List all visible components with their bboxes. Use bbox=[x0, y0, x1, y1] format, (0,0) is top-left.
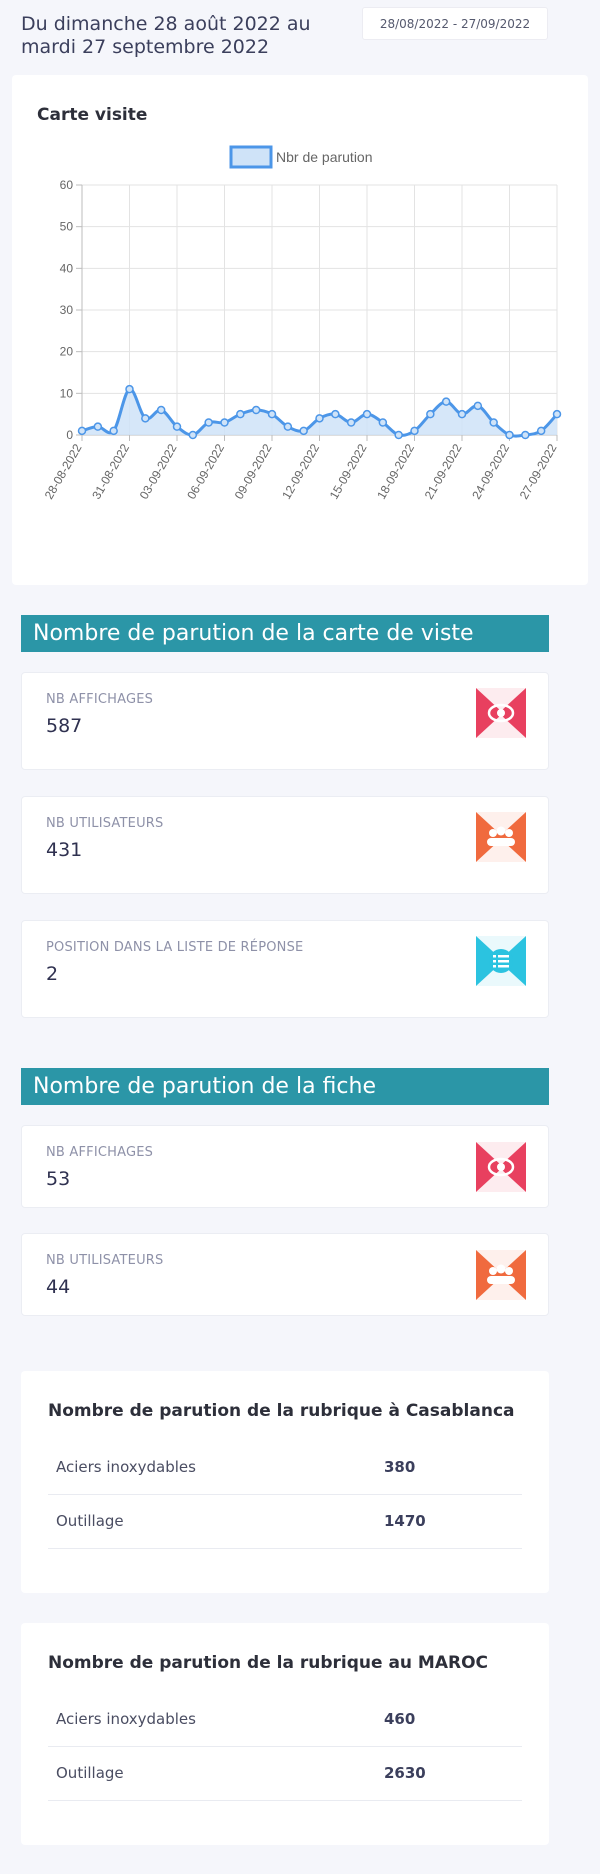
data-point bbox=[536, 426, 546, 436]
row-name: Outillage bbox=[56, 1764, 124, 1782]
date-range-picker[interactable]: 28/08/2022 - 27/09/2022 bbox=[362, 7, 548, 40]
stat-label: NB AFFICHAGES bbox=[46, 692, 154, 707]
x-tick-label: 27-09-2022 bbox=[517, 441, 560, 501]
legend-swatch bbox=[229, 145, 273, 169]
table-row: Aciers inoxydables 460 bbox=[48, 1693, 522, 1747]
y-tick-label: 0 bbox=[66, 428, 73, 442]
data-point bbox=[109, 426, 118, 436]
x-tick-label: 21-09-2022 bbox=[422, 441, 465, 501]
section-header-fiche: Nombre de parution de la fiche bbox=[21, 1068, 549, 1105]
table-row: Outillage 2630 bbox=[48, 1747, 522, 1801]
stat-label: NB UTILISATEURS bbox=[46, 816, 164, 831]
data-point bbox=[283, 422, 293, 431]
data-point bbox=[552, 409, 562, 419]
stat-value: 44 bbox=[46, 1276, 71, 1298]
data-point bbox=[299, 426, 308, 436]
users-icon bbox=[476, 812, 526, 862]
stat-value: 2 bbox=[46, 963, 59, 985]
row-name: Aciers inoxydables bbox=[56, 1458, 196, 1476]
y-tick-label: 20 bbox=[60, 345, 74, 359]
x-tick-label: 12-09-2022 bbox=[279, 441, 322, 501]
data-point bbox=[331, 409, 340, 419]
data-point bbox=[378, 418, 388, 427]
x-tick-label: 03-09-2022 bbox=[137, 441, 180, 501]
legend-label: Nbr de parution bbox=[276, 149, 373, 165]
visits-line-chart: 0 10 20 30 40 50 60 28-08-2022 31-08-2022 03-09-2… bbox=[42, 145, 562, 502]
row-value: 2630 bbox=[384, 1764, 426, 1782]
data-point bbox=[346, 418, 356, 427]
data-point bbox=[441, 397, 451, 406]
x-tick-label: 09-09-2022 bbox=[232, 441, 275, 501]
stat-label: POSITION DANS LA LISTE DE RÉPONSE bbox=[46, 940, 304, 955]
row-name: Aciers inoxydables bbox=[56, 1710, 196, 1728]
data-point bbox=[236, 409, 245, 419]
row-value: 460 bbox=[384, 1710, 416, 1728]
rubrique-maroc-title: Nombre de parution de la rubrique au MAR… bbox=[48, 1653, 489, 1673]
y-tick-label: 40 bbox=[60, 261, 74, 275]
stat-value: 431 bbox=[46, 839, 83, 861]
chart-card: Carte visite 0 10 20 30 40 50 60 28-08-2022 31-0… bbox=[12, 75, 588, 585]
x-tick-label: 18-09-2022 bbox=[374, 441, 417, 501]
stat-value: 53 bbox=[46, 1168, 71, 1190]
data-point bbox=[77, 426, 87, 436]
data-point bbox=[489, 418, 498, 427]
stat-card-position: POSITION DANS LA LISTE DE RÉPONSE 2 bbox=[21, 920, 549, 1018]
rubrique-casablanca-title: Nombre de parution de la rubrique à Casa… bbox=[48, 1401, 515, 1421]
data-point bbox=[473, 401, 483, 411]
rubrique-casablanca-card: Nombre de parution de la rubrique à Casa… bbox=[21, 1371, 549, 1593]
data-point bbox=[220, 418, 229, 427]
x-tick-label: 31-08-2022 bbox=[89, 441, 132, 501]
x-tick-label: 06-09-2022 bbox=[184, 441, 227, 501]
data-point bbox=[315, 414, 324, 423]
data-point bbox=[125, 384, 134, 394]
data-point bbox=[251, 405, 261, 415]
stat-value: 587 bbox=[46, 715, 83, 737]
table-row: Outillage 1470 bbox=[48, 1495, 522, 1549]
row-value: 1470 bbox=[384, 1512, 426, 1530]
y-tick-label: 10 bbox=[60, 386, 74, 400]
data-point bbox=[521, 430, 530, 440]
eye-icon bbox=[476, 1142, 526, 1192]
stat-label: NB AFFICHAGES bbox=[46, 1145, 154, 1160]
stat-card-affichages: NB AFFICHAGES 587 bbox=[21, 672, 549, 770]
stat-label: NB UTILISATEURS bbox=[46, 1253, 164, 1268]
data-point bbox=[172, 422, 182, 431]
x-tick-label: 24-09-2022 bbox=[469, 441, 512, 501]
stat-card-utilisateurs: NB UTILISATEURS 431 bbox=[21, 796, 549, 894]
data-point bbox=[457, 409, 467, 419]
row-name: Outillage bbox=[56, 1512, 124, 1530]
data-point bbox=[156, 405, 166, 415]
data-point bbox=[362, 409, 372, 419]
rubrique-maroc-card: Nombre de parution de la rubrique au MAR… bbox=[21, 1623, 549, 1845]
y-tick-label: 30 bbox=[60, 303, 74, 317]
data-point bbox=[188, 430, 198, 440]
users-icon bbox=[476, 1250, 526, 1300]
table-row: Aciers inoxydables 380 bbox=[48, 1441, 522, 1495]
data-point bbox=[426, 409, 435, 419]
data-point bbox=[93, 422, 103, 431]
data-point bbox=[410, 426, 419, 436]
y-tick-label: 50 bbox=[60, 220, 74, 234]
y-tick-label: 60 bbox=[60, 178, 74, 192]
data-point bbox=[505, 430, 514, 440]
data-point bbox=[267, 409, 277, 419]
x-tick-label: 15-09-2022 bbox=[327, 441, 370, 501]
x-tick-label: 28-08-2022 bbox=[42, 441, 85, 501]
data-point bbox=[204, 418, 213, 427]
stat-card-fiche-affichages: NB AFFICHAGES 53 bbox=[21, 1125, 549, 1208]
data-point bbox=[394, 430, 403, 440]
period-text: Du dimanche 28 août 2022 au mardi 27 sep… bbox=[21, 13, 311, 58]
row-value: 380 bbox=[384, 1458, 416, 1476]
list-icon bbox=[476, 936, 526, 986]
data-point bbox=[141, 414, 150, 423]
stat-card-fiche-utilisateurs: NB UTILISATEURS 44 bbox=[21, 1233, 549, 1316]
eye-icon bbox=[476, 688, 526, 738]
section-header-carte: Nombre de parution de la carte de viste bbox=[21, 615, 549, 652]
